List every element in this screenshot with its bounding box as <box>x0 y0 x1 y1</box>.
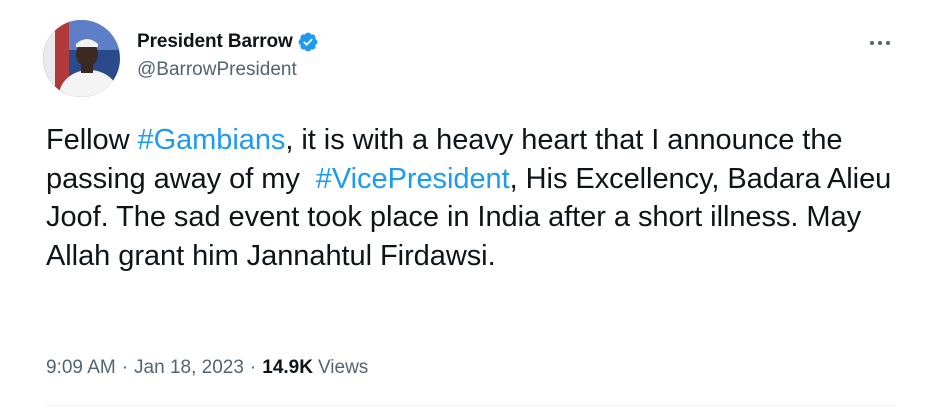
views-label: Views <box>317 357 369 378</box>
author-name-row: President Barrow <box>137 30 319 54</box>
more-options-button[interactable] <box>862 30 898 56</box>
avatar-image <box>43 20 120 97</box>
verified-badge-icon[interactable] <box>297 31 319 53</box>
tweet-time[interactable]: 9:09 AM <box>46 357 116 379</box>
tweet-text: Fellow #Gambians, it is with a heavy hea… <box>46 121 906 275</box>
tweet-card: President Barrow @BarrowPresident Fellow… <box>0 0 926 409</box>
tweet-date[interactable]: Jan 18, 2023 <box>134 357 244 379</box>
more-horizontal-icon <box>868 41 892 45</box>
divider <box>46 405 896 406</box>
hashtag-link-vicepresident[interactable]: #VicePresident <box>316 163 510 195</box>
tweet-text-segment: Fellow <box>46 124 138 156</box>
tweet-meta: 9:09 AM · Jan 18, 2023 · 14.9K Views <box>46 357 368 379</box>
hashtag-link-gambians[interactable]: #Gambians <box>138 124 286 156</box>
views-count: 14.9K <box>262 357 313 378</box>
author-display-name[interactable]: President Barrow <box>137 31 293 53</box>
meta-separator: · <box>249 357 257 378</box>
meta-separator: · <box>121 357 129 378</box>
author-block[interactable]: President Barrow @BarrowPresident <box>137 30 319 81</box>
author-handle[interactable]: @BarrowPresident <box>137 59 319 81</box>
avatar[interactable] <box>43 20 120 97</box>
